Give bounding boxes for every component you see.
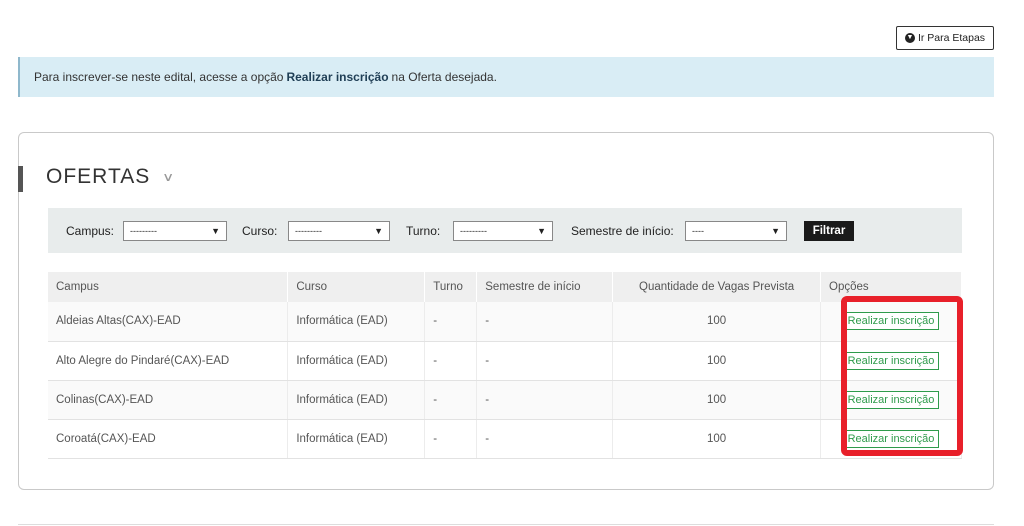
campus-filter-label: Campus: <box>66 224 115 238</box>
cell-vagas: 100 <box>612 341 822 381</box>
semestre-filter-label: Semestre de início: <box>571 224 674 238</box>
curso-select[interactable]: --------- ▼ <box>288 221 390 241</box>
cell-turno: - <box>424 302 478 342</box>
turno-filter-label: Turno: <box>406 224 441 238</box>
col-vagas: Quantidade de Vagas Prevista <box>612 272 822 302</box>
cell-opcoes: Realizar inscrição <box>820 380 962 420</box>
goto-steps-button[interactable]: ▼ Ir Para Etapas <box>896 26 994 50</box>
cell-vagas: 100 <box>612 419 822 459</box>
divider <box>18 524 994 525</box>
cell-curso: Informática (EAD) <box>287 380 426 420</box>
realizar-inscricao-button[interactable]: Realizar inscrição <box>842 312 940 331</box>
turno-select[interactable]: --------- ▼ <box>453 221 553 241</box>
cell-opcoes: Realizar inscrição <box>820 419 962 459</box>
table-row: Coroatá(CAX)-EAD Informática (EAD) - - 1… <box>48 419 962 459</box>
select-arrow-icon: ▼ <box>771 226 780 236</box>
table-row: Colinas(CAX)-EAD Informática (EAD) - - 1… <box>48 380 962 420</box>
realizar-inscricao-button[interactable]: Realizar inscrição <box>842 429 940 448</box>
select-arrow-icon: ▼ <box>211 226 220 236</box>
info-text-before: Para inscrever-se neste edital, acesse a… <box>34 70 284 84</box>
campus-select[interactable]: --------- ▼ <box>123 221 227 241</box>
cell-turno: - <box>424 341 478 381</box>
col-curso: Curso <box>287 272 426 302</box>
realizar-inscricao-button[interactable]: Realizar inscrição <box>842 390 940 409</box>
cell-opcoes: Realizar inscrição <box>820 302 962 342</box>
table-row: Alto Alegre do Pindaré(CAX)-EAD Informát… <box>48 341 962 381</box>
cell-curso: Informática (EAD) <box>287 419 426 459</box>
filter-bar: Campus: --------- ▼ Curso: --------- ▼ T… <box>48 208 962 253</box>
info-text-bold: Realizar inscrição <box>286 70 389 84</box>
cell-semestre: - <box>476 419 614 459</box>
cell-opcoes: Realizar inscrição <box>820 341 962 381</box>
offers-title: OFERTAS <box>46 165 151 188</box>
turno-select-value: --------- <box>460 226 487 236</box>
realizar-inscricao-button[interactable]: Realizar inscrição <box>842 351 940 370</box>
cell-semestre: - <box>476 302 614 342</box>
info-alert: Para inscrever-se neste edital, acesse a… <box>18 57 994 97</box>
campus-select-value: --------- <box>130 226 157 236</box>
section-accent-bar <box>18 166 23 192</box>
cell-campus: Coroatá(CAX)-EAD <box>48 419 289 459</box>
col-turno: Turno <box>424 272 478 302</box>
curso-filter-label: Curso: <box>242 224 278 238</box>
col-opcoes: Opções <box>820 272 962 302</box>
cell-turno: - <box>424 380 478 420</box>
filter-button[interactable]: Filtrar <box>804 221 854 241</box>
chevron-down-icon: ∨ <box>162 170 177 184</box>
goto-steps-label: Ir Para Etapas <box>917 32 986 44</box>
cell-vagas: 100 <box>612 302 822 342</box>
cell-semestre: - <box>476 341 614 381</box>
cell-campus: Aldeias Altas(CAX)-EAD <box>48 302 289 342</box>
semestre-select-value: ---- <box>692 226 704 236</box>
cell-curso: Informática (EAD) <box>287 302 426 342</box>
semestre-select[interactable]: ---- ▼ <box>685 221 787 241</box>
col-campus: Campus <box>48 272 289 302</box>
select-arrow-icon: ▼ <box>374 226 383 236</box>
curso-select-value: --------- <box>295 226 322 236</box>
cell-vagas: 100 <box>612 380 822 420</box>
table-row: Aldeias Altas(CAX)-EAD Informática (EAD)… <box>48 302 962 342</box>
offers-section-toggle[interactable]: OFERTAS ∨ <box>46 165 177 189</box>
cell-semestre: - <box>476 380 614 420</box>
select-arrow-icon: ▼ <box>537 226 546 236</box>
cell-turno: - <box>424 419 478 459</box>
cell-campus: Colinas(CAX)-EAD <box>48 380 289 420</box>
cell-curso: Informática (EAD) <box>287 341 426 381</box>
table-header-row: Campus Curso Turno Semestre de início Qu… <box>48 272 962 302</box>
chevron-down-circle-icon: ▼ <box>904 33 915 43</box>
cell-campus: Alto Alegre do Pindaré(CAX)-EAD <box>48 341 289 381</box>
offers-table: Campus Curso Turno Semestre de início Qu… <box>48 272 962 459</box>
info-text-after: na Oferta desejada. <box>391 70 497 84</box>
col-semestre: Semestre de início <box>476 272 614 302</box>
